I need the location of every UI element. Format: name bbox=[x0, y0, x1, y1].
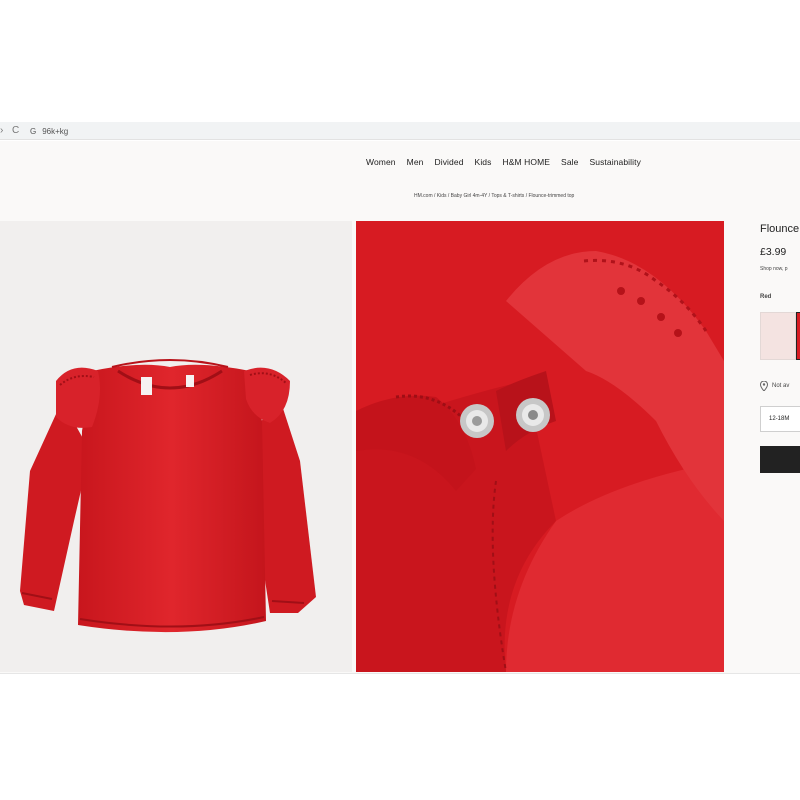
reload-icon[interactable]: C bbox=[12, 124, 19, 138]
product-title: Flounce bbox=[760, 223, 800, 235]
browser-address-bar: › C G 96k+kg bbox=[0, 122, 800, 140]
snap-detail-illustration bbox=[356, 221, 724, 672]
size-select[interactable]: 12-18M bbox=[760, 406, 800, 432]
color-swatch-pink[interactable] bbox=[760, 312, 796, 360]
add-to-bag-button[interactable] bbox=[760, 446, 800, 473]
red-top-illustration bbox=[20, 359, 316, 633]
main-navigation: Women Men Divided Kids H&M HOME Sale Sus… bbox=[366, 157, 641, 167]
color-swatch-red-selected[interactable] bbox=[796, 312, 800, 360]
back-arrow-icon[interactable]: › bbox=[0, 124, 3, 138]
store-availability[interactable]: Not av bbox=[760, 381, 789, 391]
color-label: Red bbox=[760, 294, 772, 300]
page-divider bbox=[0, 673, 800, 674]
breadcrumb[interactable]: HM.com / Kids / Baby Girl 4m-4Y / Tops &… bbox=[414, 193, 574, 199]
availability-text: Not av bbox=[772, 383, 790, 389]
shop-now-note[interactable]: Shop now, p bbox=[760, 266, 788, 272]
product-info-panel: Flounce £3.99 Shop now, p Red Not av 12-… bbox=[724, 221, 800, 672]
nav-item-sustainability[interactable]: Sustainability bbox=[589, 157, 640, 167]
nav-item-women[interactable]: Women bbox=[366, 157, 396, 167]
address-field[interactable]: G 96k+kg bbox=[30, 124, 68, 138]
google-icon: G bbox=[30, 126, 37, 136]
location-pin-icon bbox=[760, 381, 768, 391]
nav-item-divided[interactable]: Divided bbox=[434, 157, 463, 167]
product-image-detail[interactable] bbox=[356, 221, 724, 672]
nav-item-kids[interactable]: Kids bbox=[475, 157, 492, 167]
product-price: £3.99 bbox=[760, 246, 787, 258]
nav-item-sale[interactable]: Sale bbox=[561, 157, 578, 167]
product-image-front[interactable] bbox=[0, 221, 352, 672]
nav-item-hm-home[interactable]: H&M HOME bbox=[502, 157, 550, 167]
address-text[interactable]: 96k+kg bbox=[42, 127, 68, 136]
nav-item-men[interactable]: Men bbox=[407, 157, 424, 167]
